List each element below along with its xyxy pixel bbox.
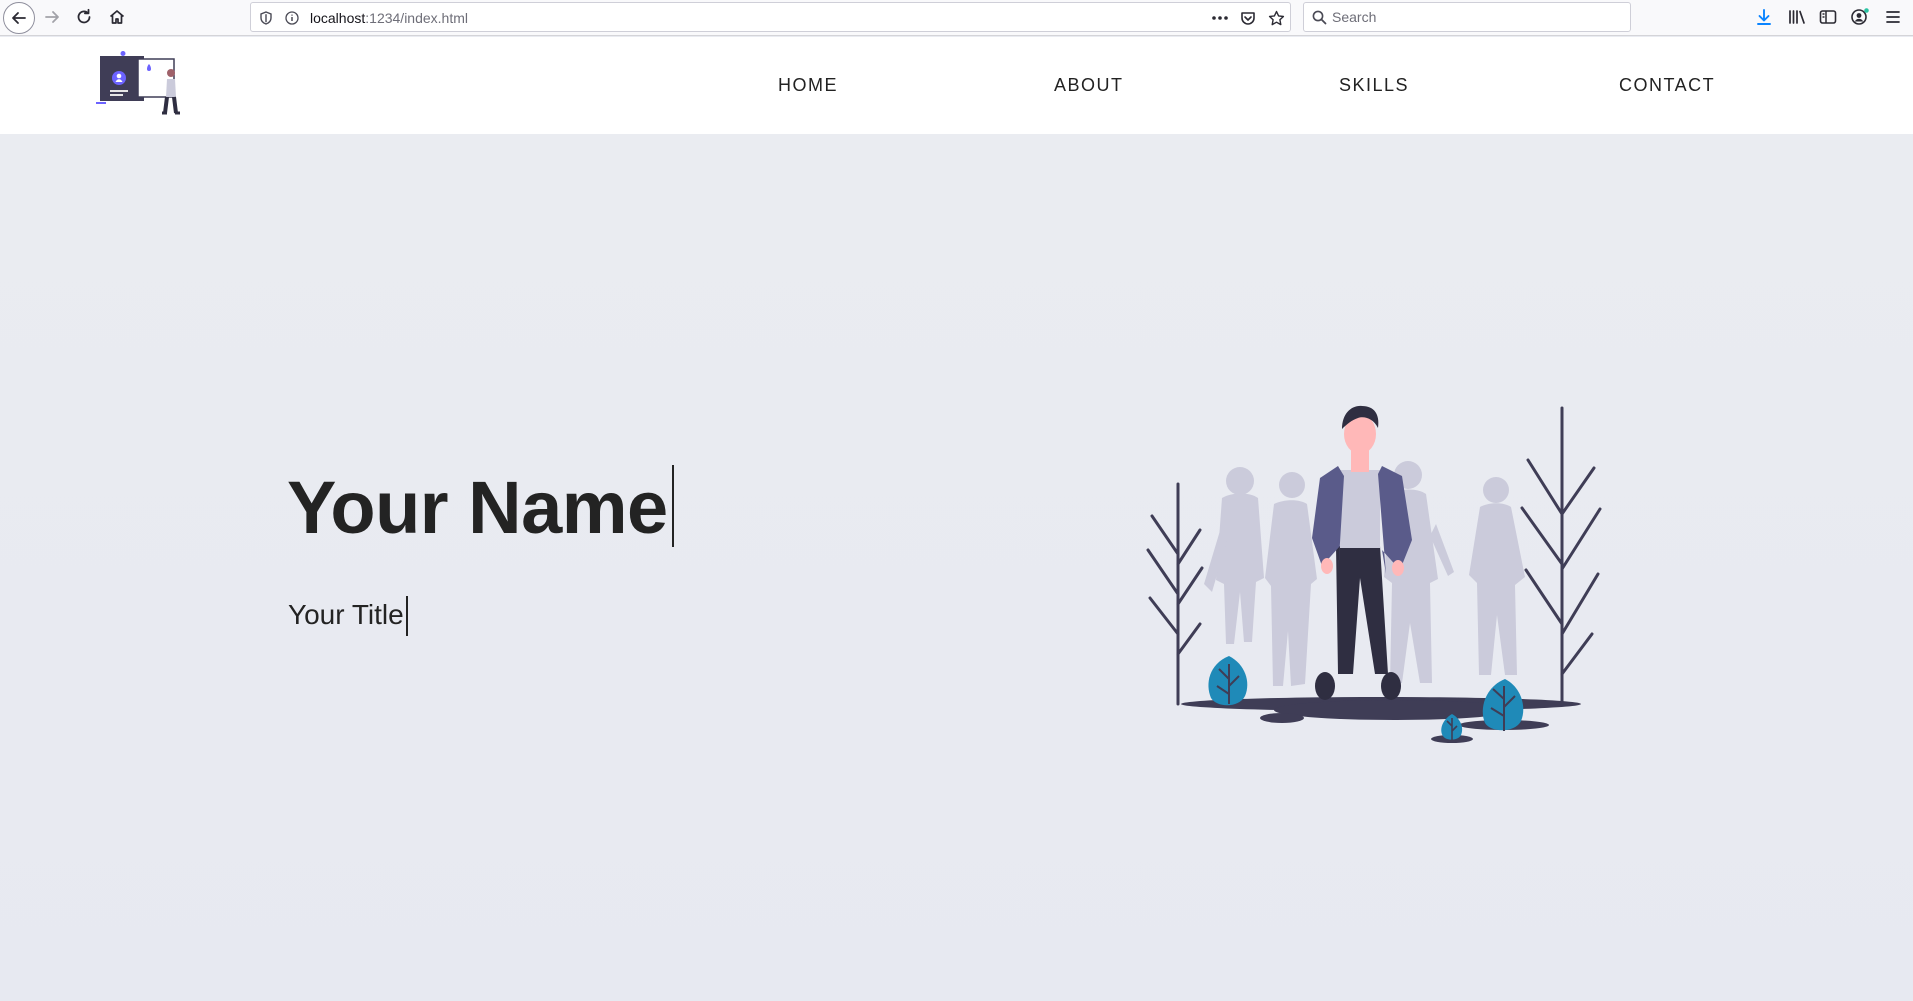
hero-name: Your Name — [287, 465, 674, 550]
hero-title: Your Title — [288, 596, 408, 636]
hero-section: Your Name Your Title — [0, 134, 1913, 1001]
menu-icon[interactable] — [1882, 6, 1904, 28]
pocket-icon[interactable] — [1239, 9, 1257, 27]
forward-button[interactable] — [36, 3, 68, 31]
search-icon — [1312, 10, 1327, 25]
url-bar[interactable]: localhost:1234/index.html — [250, 2, 1291, 32]
library-icon[interactable] — [1786, 6, 1808, 28]
nav-link-skills[interactable]: SKILLS — [1339, 75, 1409, 96]
info-icon[interactable] — [283, 9, 301, 27]
sidebar-icon[interactable] — [1817, 6, 1839, 28]
typing-cursor — [671, 465, 674, 547]
arrow-left-icon — [12, 12, 26, 24]
url-path: :1234/index.html — [365, 10, 468, 26]
hero-title-text: Your Title — [288, 599, 404, 630]
search-bar[interactable] — [1303, 2, 1631, 32]
person-with-crowd-illustration — [1146, 405, 1602, 743]
browser-toolbar: localhost:1234/index.html — [0, 0, 1913, 36]
account-icon[interactable] — [1849, 6, 1871, 28]
search-input[interactable] — [1332, 8, 1612, 26]
arrow-right-icon — [45, 11, 59, 23]
nav-link-about[interactable]: ABOUT — [1054, 75, 1124, 96]
home-button[interactable] — [101, 3, 133, 31]
hero-name-text: Your Name — [287, 466, 668, 549]
shield-icon[interactable] — [257, 9, 275, 27]
main-nav: HOME ABOUT SKILLS CONTACT — [0, 37, 1913, 134]
home-icon — [109, 10, 125, 24]
reload-button[interactable] — [68, 3, 100, 31]
url-host: localhost — [310, 10, 366, 26]
reload-icon — [77, 8, 91, 24]
downloads-icon[interactable] — [1753, 6, 1775, 28]
url-text[interactable]: localhost:1234/index.html — [310, 10, 468, 26]
nav-link-home[interactable]: HOME — [778, 75, 838, 96]
nav-link-contact[interactable]: CONTACT — [1619, 75, 1715, 96]
back-button[interactable] — [3, 2, 35, 34]
typing-cursor — [405, 596, 408, 636]
site-header: HOME ABOUT SKILLS CONTACT — [0, 37, 1913, 134]
bookmark-star-icon[interactable] — [1267, 9, 1285, 27]
more-actions-icon[interactable] — [1211, 9, 1229, 27]
